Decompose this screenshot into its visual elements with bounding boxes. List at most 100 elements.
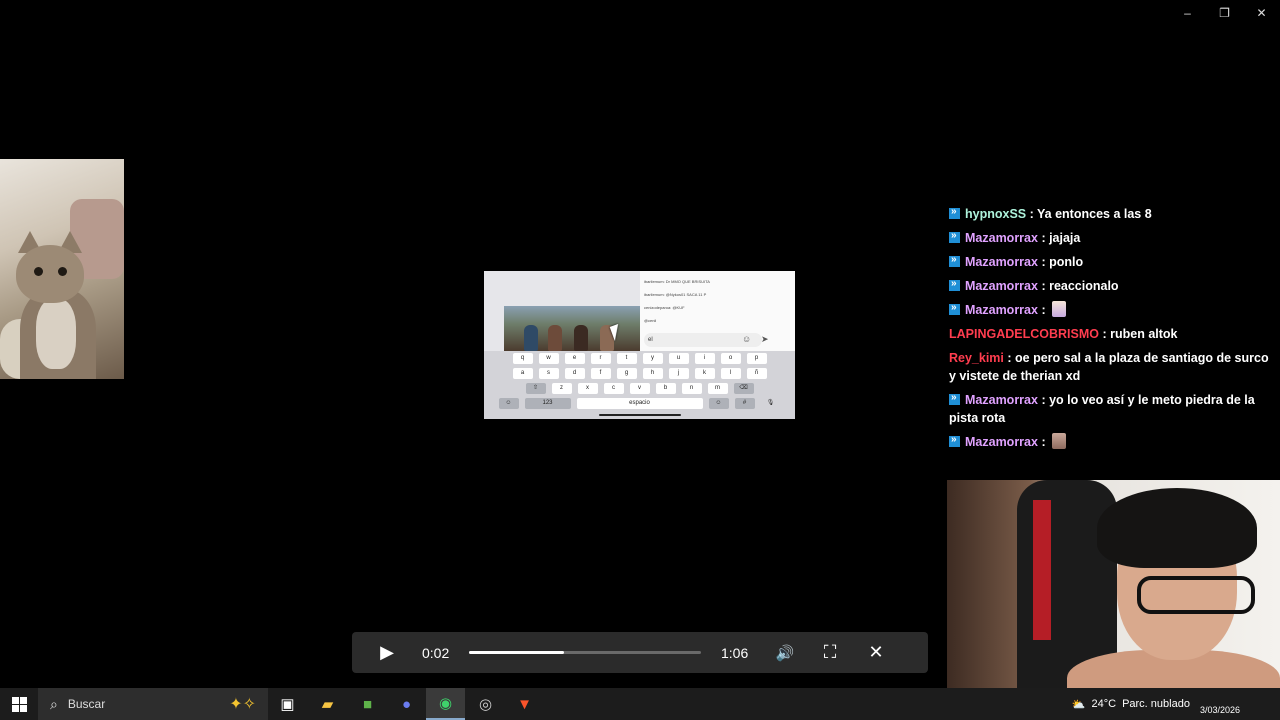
key-row2-7[interactable]: k [694,368,715,379]
key-row2-4[interactable]: g [616,368,637,379]
minecraft-icon[interactable]: ■ [348,688,387,720]
volume-button[interactable]: 🔊 [770,644,800,662]
phone-chat-line: cenizodeparoa: @KUF [644,305,685,310]
emoji-icon[interactable]: ☺ [742,334,751,344]
weather-widget[interactable]: ⛅ 24°C Parc. nublado [1072,698,1190,711]
clock-date[interactable]: 3/03/2026 [1200,705,1240,715]
key-row1-2[interactable]: e [564,353,585,364]
key-row1-7[interactable]: i [694,353,715,364]
key-emoji[interactable]: ☺ [498,398,519,409]
duration: 1:06 [721,644,749,661]
chat-text: : ponlo [1041,255,1084,269]
system-tray: ⛅ 24°C Parc. nublado 3/03/2026 [1072,688,1280,720]
taskbar: ⌕ Buscar ✦✧ ▣ ▰ ■ ● ◉ ◎ ▼ ⛅ 24°C Parc. n… [0,688,1280,720]
key-row1-4[interactable]: t [616,353,637,364]
minimize-button[interactable]: – [1169,0,1206,26]
whatsapp-icon[interactable]: ◉ [426,688,465,720]
start-button[interactable] [0,688,38,720]
key-row3-4[interactable]: v [629,383,650,394]
discord-icon[interactable]: ● [387,688,426,720]
key-row3-3[interactable]: c [603,383,624,394]
chat-message: LAPINGADELCOBRISMO : ruben altok [947,322,1277,346]
chat-text: : reaccionalo [1041,279,1119,293]
key-row3-1[interactable]: z [551,383,572,394]
key-row2-6[interactable]: j [668,368,689,379]
play-button[interactable]: ▶ [372,642,402,663]
key-emoji-2[interactable]: ☺ [708,398,729,409]
key-row1-8[interactable]: o [720,353,741,364]
restore-button[interactable]: ❐ [1206,0,1243,26]
chat-username[interactable]: Mazamorrax [965,435,1038,449]
phone-chat-line: ibarilemum: Dr MMO QUE BRISUITA [644,279,710,284]
chat-username[interactable]: Mazamorrax [965,303,1038,317]
weather-text: Parc. nublado [1122,698,1190,710]
prime-badge-icon [949,431,960,449]
chat-username[interactable]: Mazamorrax [965,231,1038,245]
phone-screen-mirror: ibarilemum: Dr MMO QUE BRISUITA ibarilem… [484,271,795,419]
prime-badge-icon [949,227,960,245]
chat-username[interactable]: LAPINGADELCOBRISMO [949,327,1099,341]
chat-emote-icon [1051,301,1066,317]
key-row2-5[interactable]: h [642,368,663,379]
file-explorer-icon[interactable]: ▰ [308,688,347,720]
chat-username[interactable]: Rey_kimi [949,351,1004,365]
phone-chat-line: @cenil [644,318,657,323]
key-row2-1[interactable]: s [538,368,559,379]
chat-username[interactable]: hypnoxSS [965,207,1026,221]
key-row1-0[interactable]: q [512,353,533,364]
stream-chat: hypnoxSS : Ya entonces a las 8Mazamorrax… [947,202,1277,454]
key-row1-1[interactable]: w [538,353,559,364]
key-hash[interactable]: # [734,398,755,409]
microphone-icon[interactable]: 🎙 [761,398,781,409]
phone-keyboard: qwertyuiop asdfghjklñ ⇧ z x c v b n m ⌫ ☺ 123 es… [484,351,795,419]
brave-browser-icon[interactable]: ▼ [505,688,544,720]
key-row2-8[interactable]: l [720,368,741,379]
search-placeholder: Buscar [67,697,106,711]
seek-progress [469,651,565,654]
phone-chat-panel: ibarilemum: Dr MMO QUE BRISUITA ibarilem… [640,271,795,351]
key-row2-9[interactable]: ñ [746,368,767,379]
prime-badge-icon [949,251,960,269]
key-space[interactable]: espacio [576,398,703,409]
key-row1-5[interactable]: y [642,353,663,364]
key-row1-6[interactable]: u [668,353,689,364]
send-icon[interactable]: ➤ [761,334,769,345]
key-row1-9[interactable]: p [746,353,767,364]
chat-text: : [1041,435,1046,449]
key-row3-0[interactable]: ⇧ [525,383,546,394]
chat-text: : [1041,303,1046,317]
exit-fullscreen-button[interactable]: ⛶ [815,642,845,663]
phone-chat-line: ibarilemum: @Nykos01 SACA 11 P [644,292,707,297]
key-row2-2[interactable]: d [564,368,585,379]
windows-icon [11,696,27,712]
chat-username[interactable]: Mazamorrax [965,255,1038,269]
key-row3-2[interactable]: x [577,383,598,394]
weather-temp: 24°C [1091,698,1117,710]
chat-username[interactable]: Mazamorrax [965,279,1038,293]
close-player-button[interactable]: ✕ [861,642,891,663]
key-row2-3[interactable]: f [590,368,611,379]
key-row3-7[interactable]: m [707,383,728,394]
chat-username[interactable]: Mazamorrax [965,393,1038,407]
task-view-icon[interactable]: ▣ [268,688,307,720]
taskbar-search[interactable]: ⌕ Buscar ✦✧ [38,688,268,720]
chat-emote-icon [1051,433,1066,449]
prime-badge-icon [949,275,960,293]
key-row2-0[interactable]: a [512,368,533,379]
window-controls: – ❐ ✕ [1169,0,1280,26]
key-row3-8[interactable]: ⌫ [733,383,754,394]
key-row1-3[interactable]: r [590,353,611,364]
chat-message: Mazamorrax : yo lo veo así y le meto pie… [947,388,1277,430]
key-numbers[interactable]: 123 [524,398,571,409]
key-row3-5[interactable]: b [655,383,676,394]
obs-icon[interactable]: ◎ [466,688,505,720]
chat-message: Mazamorrax : reaccionalo [947,274,1277,298]
search-icon: ⌕ [50,695,58,712]
cat-webcam-overlay [0,159,124,379]
sparkle-icon: ✦✧ [229,696,256,713]
key-row3-6[interactable]: n [681,383,702,394]
prime-badge-icon [949,203,960,221]
chat-message: Mazamorrax : [947,298,1277,322]
close-window-button[interactable]: ✕ [1243,0,1280,26]
seek-bar[interactable] [469,651,701,654]
